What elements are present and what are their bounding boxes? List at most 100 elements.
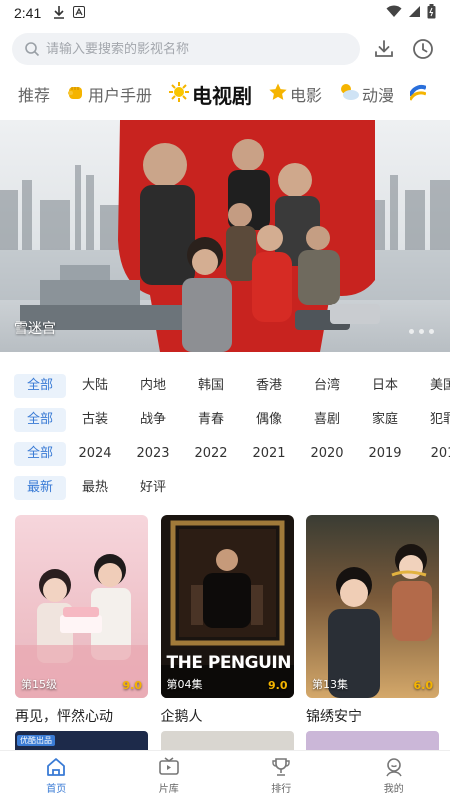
episode-label: 第04集 xyxy=(166,678,203,691)
video-card[interactable]: THE PENGUIN 第04集 9.0 企鹅人 xyxy=(160,515,294,726)
search-icon xyxy=(25,42,40,57)
nav-label: 我的 xyxy=(383,784,404,795)
video-card-peek[interactable] xyxy=(306,731,439,751)
download-status-icon xyxy=(53,5,65,22)
filter-chip[interactable]: 战争 xyxy=(124,408,182,432)
filter-chip[interactable]: 大陆 xyxy=(66,374,124,398)
score-label: 6.0 xyxy=(413,679,434,692)
score-label: 9.0 xyxy=(122,679,143,692)
video-grid: 第15级 9.0 再见，怦然心动 THE PENGUIN 第04集 9.0 企鹅… xyxy=(15,515,439,726)
nav-ranking[interactable]: 排行 xyxy=(225,751,338,800)
tab-more[interactable] xyxy=(408,82,427,106)
filter-chip[interactable]: 香港 xyxy=(240,374,298,398)
next-row-preview: 优酷出品 xyxy=(15,731,439,751)
cloud-sun-emoji-icon xyxy=(338,82,360,107)
filter-chip[interactable]: 偶像 xyxy=(240,408,298,432)
app-status-icon xyxy=(73,5,86,21)
filter-chip[interactable]: 台湾 xyxy=(298,374,356,398)
poster: 第13集 6.0 xyxy=(306,515,439,698)
filter-sort: 最新 最热 好评 xyxy=(14,475,450,501)
battery-icon xyxy=(427,3,436,23)
filter-chip[interactable]: 家庭 xyxy=(356,408,414,432)
status-time: 2:41 xyxy=(14,5,42,21)
status-bar: 2:41 xyxy=(0,0,450,26)
filter-year: 全部 2024 2023 2022 2021 2020 2019 201 xyxy=(14,441,450,467)
filter-chip-selected[interactable]: 最新 xyxy=(14,476,66,500)
filter-chip[interactable]: 韩国 xyxy=(182,374,240,398)
filter-chip[interactable]: 2019 xyxy=(356,442,414,466)
filter-chip[interactable]: 犯罪 xyxy=(414,408,450,432)
filter-chip[interactable]: 2020 xyxy=(298,442,356,466)
nav-label: 排行 xyxy=(271,784,292,795)
peek-tag: 优酷出品 xyxy=(17,735,55,746)
home-icon xyxy=(47,758,66,776)
sun-emoji-icon xyxy=(168,81,190,108)
trophy-icon xyxy=(272,758,290,776)
pagination-dot xyxy=(409,329,414,334)
video-card[interactable]: 第13集 6.0 锦绣安宁 xyxy=(306,515,439,726)
search-input[interactable] xyxy=(46,41,346,57)
poster: THE PENGUIN 第04集 9.0 xyxy=(160,515,294,698)
poster-artwork xyxy=(328,544,432,698)
nav-library[interactable]: 片库 xyxy=(113,751,226,800)
filter-chip-selected[interactable]: 全部 xyxy=(14,408,66,432)
video-card-peek[interactable] xyxy=(160,731,294,751)
filter-chip-selected[interactable]: 全部 xyxy=(14,374,66,398)
download-icon xyxy=(375,40,393,57)
tab-label: 动漫 xyxy=(362,86,395,105)
filter-chip[interactable]: 内地 xyxy=(124,374,182,398)
episode-label: 第13集 xyxy=(312,678,348,691)
search-row xyxy=(12,33,438,65)
tab-label: 推荐 xyxy=(18,86,51,105)
tab-label: 电视剧 xyxy=(192,83,253,108)
filter-chip[interactable]: 喜剧 xyxy=(298,408,356,432)
filter-region: 全部 大陆 内地 韩国 香港 台湾 日本 美国 xyxy=(14,373,450,399)
filter-chip[interactable]: 日本 xyxy=(356,374,414,398)
card-title: 锦绣安宁 xyxy=(306,709,362,725)
bottom-nav: 首页 片库 排行 我的 xyxy=(0,750,450,800)
filter-chip-selected[interactable]: 全部 xyxy=(14,442,66,466)
banner-caption: 雪迷宫 xyxy=(14,321,56,337)
download-button[interactable] xyxy=(369,34,399,64)
signal-icon xyxy=(408,5,421,22)
tab-anime[interactable]: 动漫 xyxy=(338,82,394,107)
card-title: 企鹅人 xyxy=(160,709,203,725)
filter-genre: 全部 古装 战争 青春 偶像 喜剧 家庭 犯罪 xyxy=(14,407,450,433)
filter-chip[interactable]: 2021 xyxy=(240,442,298,466)
star-emoji-icon xyxy=(268,82,288,107)
card-title: 再见，怦然心动 xyxy=(15,709,113,725)
filter-chip[interactable]: 201 xyxy=(414,442,450,466)
filter-chip[interactable]: 好评 xyxy=(124,476,182,500)
user-icon xyxy=(386,758,402,777)
tab-user-manual[interactable]: 用户手册 xyxy=(66,82,152,107)
category-tabs: 推荐 用户手册 电视剧 电影 动漫 xyxy=(0,74,450,114)
episode-label: 第15级 xyxy=(21,678,57,691)
filter-chip[interactable]: 古装 xyxy=(66,408,124,432)
filter-chip[interactable]: 2022 xyxy=(182,442,240,466)
search-box[interactable] xyxy=(12,33,360,65)
poster-artwork xyxy=(15,554,148,698)
score-label: 9.0 xyxy=(268,679,288,692)
hero-banner[interactable]: 雪迷宫 xyxy=(0,120,450,352)
tv-icon xyxy=(158,757,179,775)
clock-icon xyxy=(413,39,433,59)
tab-movie[interactable]: 电影 xyxy=(268,82,322,107)
video-card-peek[interactable]: 优酷出品 xyxy=(15,731,148,751)
nav-home[interactable]: 首页 xyxy=(0,751,113,800)
filter-chip[interactable]: 2023 xyxy=(124,442,182,466)
filter-chip[interactable]: 青春 xyxy=(182,408,240,432)
banner-pagination xyxy=(409,329,434,334)
tab-label: 电影 xyxy=(290,86,323,105)
history-button[interactable] xyxy=(408,34,438,64)
nav-label: 首页 xyxy=(46,784,67,795)
more-emoji-icon xyxy=(408,82,427,106)
filter-chip[interactable]: 2024 xyxy=(66,442,124,466)
nav-profile[interactable]: 我的 xyxy=(338,751,450,800)
filter-chip[interactable]: 最热 xyxy=(66,476,124,500)
tab-tv-series[interactable]: 电视剧 xyxy=(168,80,252,109)
poster: 第15级 9.0 xyxy=(15,515,148,698)
tab-recommend[interactable]: 推荐 xyxy=(18,82,50,106)
pagination-dot xyxy=(429,329,434,334)
video-card[interactable]: 第15级 9.0 再见，怦然心动 xyxy=(15,515,148,726)
filter-chip[interactable]: 美国 xyxy=(414,374,450,398)
